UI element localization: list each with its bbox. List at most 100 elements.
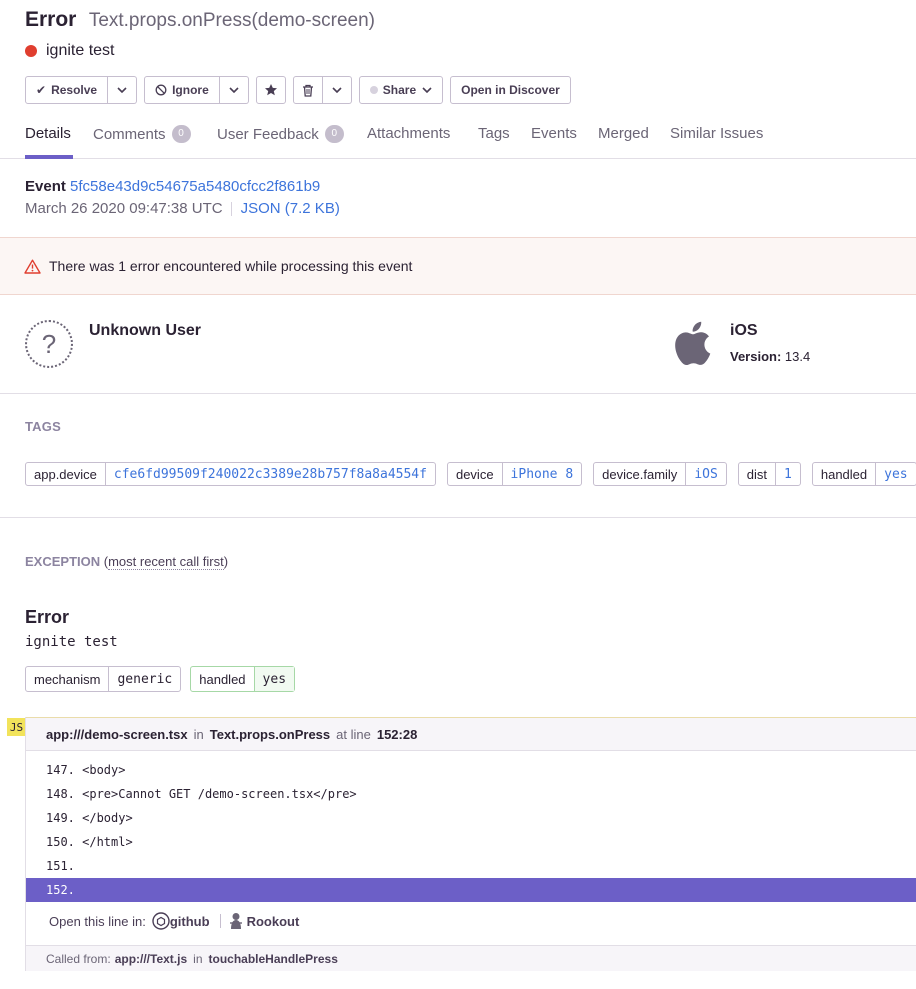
exception-section-title: EXCEPTION (most recent call first): [25, 554, 228, 570]
trash-icon: [302, 84, 313, 97]
resolve-dropdown-button[interactable]: [108, 76, 138, 104]
chevron-down-icon: [332, 87, 342, 93]
share-button[interactable]: Share: [358, 76, 444, 104]
issue-message: ignite test: [46, 42, 115, 59]
frame-in: in: [193, 726, 204, 742]
tab-events[interactable]: Events: [531, 125, 577, 142]
delete-button[interactable]: [292, 76, 323, 104]
issue-title: Error Text.props.onPress(demo-screen): [25, 8, 375, 32]
tab-comments[interactable]: Comments 0: [93, 125, 191, 143]
os-version-row: Version: 13.4: [730, 349, 810, 364]
stack-order-text[interactable]: most recent call first: [108, 554, 224, 570]
event-id-link[interactable]: 5fc58e43d9c54675a5480cfcc2f861b9: [70, 178, 320, 195]
processing-error-banner[interactable]: There was 1 error encountered while proc…: [0, 237, 916, 295]
tag-dist[interactable]: dist 1: [737, 462, 801, 486]
tag-value[interactable]: iPhone 8: [503, 463, 582, 485]
tag-value[interactable]: cfe6fd99509f240022c3389e28b757f8a8a4554f: [106, 463, 435, 485]
tab-details[interactable]: Details: [25, 125, 71, 142]
handled-value: yes: [254, 667, 295, 691]
check-icon: ✔: [36, 83, 47, 97]
ignore-group: Ignore: [144, 76, 249, 104]
ignore-button[interactable]: Ignore: [144, 76, 220, 104]
os-name: iOS: [730, 322, 758, 339]
tab-label: Details: [25, 125, 71, 142]
tab-label: Events: [531, 125, 577, 142]
tag-value[interactable]: 1: [776, 463, 800, 485]
tab-attachments[interactable]: Attachments: [367, 125, 450, 142]
divider: [230, 201, 232, 216]
active-tab-indicator: [25, 155, 73, 159]
called-from-in: in: [193, 951, 203, 966]
stack-order-toggle[interactable]: (most recent call first): [104, 554, 228, 570]
os-version-label: Version:: [730, 349, 782, 364]
event-id-row: Event 5fc58e43d9c54675a5480cfcc2f861b9: [25, 178, 320, 195]
tab-similar-issues[interactable]: Similar Issues: [670, 125, 763, 142]
rookout-link[interactable]: Rookout: [228, 912, 300, 930]
code-line: 148. <pre>Cannot GET /demo-screen.tsx</p…: [46, 787, 357, 801]
code-line: 150. </html>: [46, 835, 133, 849]
stack-frame: app:///demo-screen.tsx in Text.props.onP…: [25, 717, 916, 971]
tag-key: handled: [813, 463, 877, 485]
tab-label: Comments: [93, 125, 166, 143]
delete-dropdown-button[interactable]: [322, 76, 352, 104]
issue-actions: ✔ Resolve Ignore Share Open in Discover: [25, 76, 571, 104]
code-line: 151.: [46, 859, 83, 873]
section-divider: [0, 517, 916, 518]
tag-handled[interactable]: handled yes: [811, 462, 916, 486]
handled-tag: handled yes: [190, 666, 296, 692]
code-line: 149. </body>: [46, 811, 133, 825]
frame-function: Text.props.onPress: [209, 726, 331, 742]
tag-device[interactable]: device iPhone 8: [446, 462, 583, 486]
exception-value: ignite test: [25, 634, 118, 650]
open-in-discover-label: Open in Discover: [461, 83, 560, 97]
tag-app-device[interactable]: app.device cfe6fd99509f240022c3389e28b757…: [25, 462, 436, 486]
event-label: Event: [25, 178, 66, 195]
delete-group: [292, 76, 352, 104]
called-from-row: Called from: app:///Text.js in touchable…: [26, 945, 916, 971]
resolve-label: Resolve: [51, 83, 98, 97]
tab-label: Similar Issues: [670, 125, 764, 142]
json-link[interactable]: JSON (7.2 KB): [241, 200, 340, 217]
mechanism-tag: mechanism generic: [25, 666, 182, 692]
frame-header[interactable]: app:///demo-screen.tsx in Text.props.onP…: [26, 717, 916, 751]
mechanism-tags: mechanism generic handled yes: [25, 666, 304, 692]
handled-key: handled: [191, 667, 255, 691]
tab-tags[interactable]: Tags: [478, 125, 510, 142]
ignore-dropdown-button[interactable]: [219, 76, 249, 104]
event-date: March 26 2020 09:47:38 UTC: [25, 200, 223, 217]
tab-merged[interactable]: Merged: [598, 125, 649, 142]
github-link[interactable]: github: [152, 912, 210, 930]
exception-type: Error: [25, 607, 70, 627]
warning-icon: [24, 259, 41, 274]
question-mark-icon: ?: [41, 328, 57, 359]
resolve-group: ✔ Resolve: [25, 76, 138, 104]
tag-key: device: [448, 463, 503, 485]
issue-type: Error: [25, 8, 77, 31]
resolve-button[interactable]: ✔ Resolve: [25, 76, 109, 104]
tab-label: Attachments: [367, 125, 451, 142]
platform-badge: JS: [7, 718, 26, 736]
tag-key: device.family: [594, 463, 687, 485]
tag-key: app.device: [26, 463, 106, 485]
rookout-label: Rookout: [246, 913, 300, 929]
tag-device-family[interactable]: device.family iOS: [593, 462, 727, 486]
bookmark-button[interactable]: [255, 76, 286, 104]
count-badge: 0: [324, 125, 344, 143]
divider: [219, 914, 221, 928]
called-from-function: touchableHandlePress: [208, 951, 338, 966]
open-in-discover-button[interactable]: Open in Discover: [450, 76, 571, 104]
exception-title: EXCEPTION: [25, 554, 101, 569]
tag-value[interactable]: iOS: [686, 463, 725, 485]
apple-icon: [675, 321, 711, 366]
frame-at-line: at line: [336, 726, 371, 742]
called-from-file: app:///Text.js: [114, 951, 188, 966]
count-badge: 0: [171, 125, 191, 143]
github-label: github: [169, 913, 210, 929]
highlighted-code-line: 152.: [26, 878, 916, 902]
tab-user-feedback[interactable]: User Feedback 0: [217, 125, 344, 143]
tag-value[interactable]: yes: [876, 463, 915, 485]
share-status-icon: [369, 86, 378, 94]
chevron-down-icon: [117, 87, 127, 93]
star-icon: [264, 84, 277, 96]
user-name: Unknown User: [89, 322, 202, 339]
